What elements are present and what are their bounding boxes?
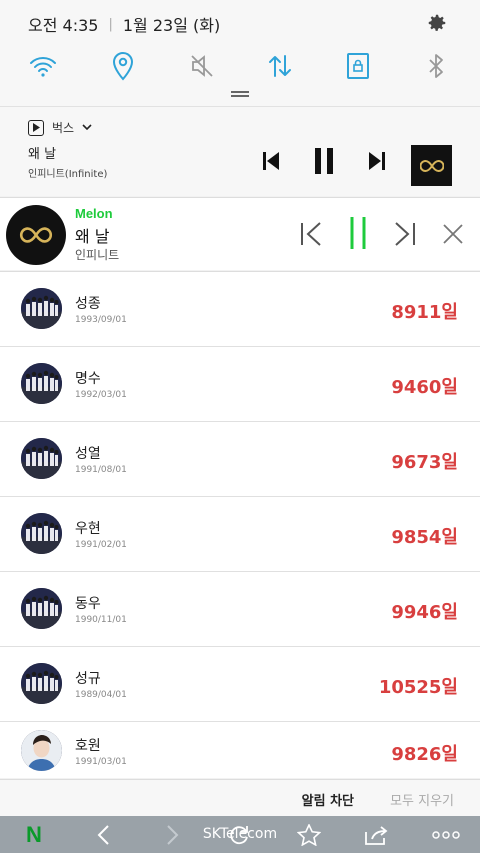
member-name: 동우 bbox=[75, 596, 101, 612]
member-birthdate: 1992/03/01 bbox=[75, 390, 127, 400]
avatar bbox=[21, 730, 62, 771]
melon-artist: 인피니트 bbox=[75, 248, 120, 262]
more-options-icon[interactable] bbox=[428, 816, 464, 853]
play-app-icon bbox=[28, 119, 44, 136]
bugs-app-header[interactable]: 벅스 bbox=[28, 119, 92, 136]
member-row[interactable]: 명수 1992/03/01 9460일 bbox=[0, 346, 480, 421]
melon-logo: Melon bbox=[75, 206, 113, 221]
days-count: 8911일 bbox=[391, 302, 458, 323]
member-days-list: 성종 1993/09/01 8911일명수 1992/03/01 9460일성열 1991… bbox=[0, 271, 480, 778]
member-row[interactable]: 성종 1993/09/01 8911일 bbox=[0, 271, 480, 346]
member-birthdate: 1990/11/01 bbox=[75, 615, 127, 625]
browser-toolbar: N SKTelecom bbox=[0, 816, 480, 853]
member-birthdate: 1993/09/01 bbox=[75, 315, 127, 325]
member-name: 명수 bbox=[75, 371, 101, 387]
notification-actions-bar: 알림 차단 모두 지우기 bbox=[0, 779, 480, 816]
naver-logo-icon[interactable]: N bbox=[14, 816, 54, 853]
melon-album-art[interactable] bbox=[6, 205, 66, 265]
bugs-artist: 인피니트(Infinite) bbox=[28, 169, 108, 180]
avatar bbox=[21, 363, 62, 404]
member-row[interactable]: 성열 1991/08/01 9673일 bbox=[0, 421, 480, 496]
bookmark-star-icon[interactable] bbox=[294, 816, 324, 853]
refresh-icon[interactable] bbox=[224, 816, 254, 853]
quick-settings-panel: 오전 4:35 | 1월 23일 (화) bbox=[0, 0, 480, 106]
member-row[interactable]: 성규 1989/04/01 10525일 bbox=[0, 646, 480, 721]
member-birthdate: 1991/08/01 bbox=[75, 465, 127, 475]
divider: | bbox=[108, 16, 113, 32]
previous-track-icon[interactable] bbox=[259, 147, 283, 175]
naver-logo: N bbox=[26, 821, 42, 847]
share-icon[interactable] bbox=[362, 816, 392, 853]
clock-time: 오전 4:35 bbox=[28, 16, 99, 35]
avatar bbox=[21, 438, 62, 479]
avatar bbox=[21, 663, 62, 704]
days-count: 9673일 bbox=[391, 452, 458, 473]
block-notifications-button[interactable]: 알림 차단 bbox=[302, 790, 354, 809]
forward-arrow-icon[interactable] bbox=[158, 816, 188, 853]
member-birthdate: 1991/02/01 bbox=[75, 540, 127, 550]
back-arrow-icon[interactable] bbox=[88, 816, 118, 853]
pause-icon[interactable] bbox=[312, 147, 336, 175]
mobile-data-icon[interactable] bbox=[262, 48, 298, 84]
melon-previous-icon[interactable] bbox=[297, 220, 325, 248]
wifi-icon[interactable] bbox=[25, 48, 61, 84]
bluetooth-icon[interactable] bbox=[418, 48, 454, 84]
status-datetime: 오전 4:35 | 1월 23일 (화) bbox=[28, 12, 220, 36]
member-row[interactable]: 우현 1991/02/01 9854일 bbox=[0, 496, 480, 571]
quick-toggle-row bbox=[0, 48, 480, 84]
clear-all-button[interactable]: 모두 지우기 bbox=[390, 790, 454, 809]
settings-gear-icon[interactable] bbox=[426, 12, 448, 34]
member-name: 성종 bbox=[75, 296, 101, 312]
rotation-lock-icon[interactable] bbox=[340, 48, 376, 84]
days-count: 9854일 bbox=[391, 527, 458, 548]
avatar bbox=[21, 513, 62, 554]
days-count: 9946일 bbox=[391, 602, 458, 623]
member-row[interactable]: 동우 1990/11/01 9946일 bbox=[0, 571, 480, 646]
member-name: 우현 bbox=[75, 521, 101, 537]
location-icon[interactable] bbox=[105, 48, 141, 84]
bugs-app-name: 벅스 bbox=[52, 121, 75, 135]
bugs-album-art[interactable] bbox=[411, 145, 452, 186]
bugs-media-notification[interactable]: 벅스 왜 날 인피니트(Infinite) bbox=[0, 106, 480, 196]
melon-next-icon[interactable] bbox=[391, 220, 419, 248]
member-name: 성열 bbox=[75, 446, 101, 462]
member-row[interactable]: 호원 1991/03/01 9826일 bbox=[0, 721, 480, 778]
avatar bbox=[21, 288, 62, 329]
next-track-icon[interactable] bbox=[365, 147, 389, 175]
member-name: 호원 bbox=[75, 738, 101, 754]
melon-song-title: 왜 날 bbox=[75, 227, 110, 246]
close-icon[interactable] bbox=[439, 220, 467, 248]
chevron-down-icon bbox=[82, 122, 92, 133]
member-birthdate: 1989/04/01 bbox=[75, 690, 127, 700]
clock-date: 1월 23일 (화) bbox=[122, 16, 221, 35]
days-count: 9826일 bbox=[391, 744, 458, 765]
sound-off-icon[interactable] bbox=[184, 48, 220, 84]
member-birthdate: 1991/03/01 bbox=[75, 757, 127, 767]
melon-player-notification[interactable]: Melon 왜 날 인피니트 bbox=[0, 197, 480, 270]
panel-drag-handle[interactable] bbox=[231, 91, 249, 97]
days-count: 10525일 bbox=[378, 677, 458, 698]
melon-pause-icon[interactable] bbox=[344, 216, 372, 250]
bugs-song-title: 왜 날 bbox=[28, 147, 57, 162]
member-name: 성규 bbox=[75, 671, 101, 687]
days-count: 9460일 bbox=[391, 377, 458, 398]
avatar bbox=[21, 588, 62, 629]
